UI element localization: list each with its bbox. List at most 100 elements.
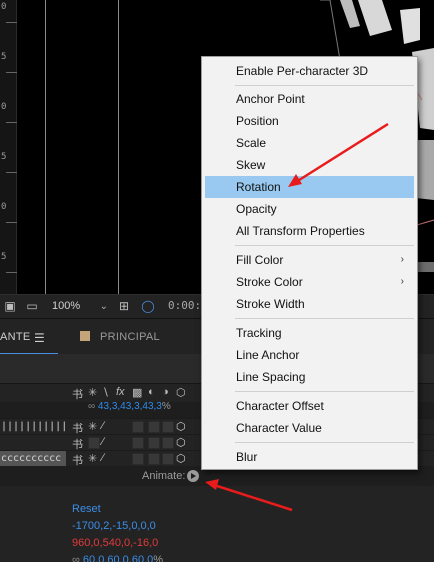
menu-item-label: Stroke Color [236,275,303,289]
menu-item-label: Rotation [236,180,281,194]
menu-item-label: Line Spacing [236,370,306,384]
adjustment-layer-icon: ◑ [162,386,169,398]
animate-play-icon[interactable] [187,470,199,482]
3d-layer-icon[interactable]: ⬡ [176,452,186,465]
menu-item-fill-color[interactable]: Fill Color › [205,249,414,271]
switch-box[interactable] [132,421,144,433]
switch-box[interactable] [132,437,144,449]
animate-context-menu: Enable Per-character 3D Anchor Point Pos… [201,56,418,470]
menu-item-label: Anchor Point [236,92,305,106]
submenu-arrow-icon: › [400,276,404,287]
menu-item-skew[interactable]: Skew [205,154,414,176]
menu-item-anchor-point[interactable]: Anchor Point [205,88,414,110]
link-icon: ∞ [88,401,98,412]
quality-switch-icon[interactable]: ∕ [102,420,104,432]
menu-item-rotation[interactable]: Rotation [205,176,414,198]
menu-item-character-value[interactable]: Character Value [205,417,414,439]
switch-box[interactable] [162,421,174,433]
toggle-mask-icon[interactable]: ◯ [140,299,156,313]
menu-item-line-spacing[interactable]: Line Spacing [205,366,414,388]
vertical-ruler: 0 5 0 5 0 5 [0,0,17,294]
ruler-label: 0 [1,102,7,112]
ruler-tick [6,22,17,23]
menu-item-blur[interactable]: Blur [205,446,414,468]
switch-box[interactable] [132,453,144,465]
menu-item-enable-per-character-3d[interactable]: Enable Per-character 3D [205,60,414,82]
tab-label: ANTE [0,331,31,343]
text-properties: Reset -1700,2,-15,0,0,0 960,0,540,0,-16,… [0,486,434,562]
grid-options-icon[interactable]: ⊞ [116,299,132,313]
zoom-value: 100% [52,300,81,312]
menu-item-label: Blur [236,450,258,464]
switch-box[interactable] [162,437,174,449]
switch-box[interactable] [148,453,160,465]
menu-item-label: Fill Color [236,253,284,267]
menu-item-line-anchor[interactable]: Line Anchor [205,344,414,366]
monitor-icon[interactable]: ▭ [24,299,40,313]
shy-icon: 书 [72,389,83,401]
menu-item-position[interactable]: Position [205,110,414,132]
switch-box[interactable] [162,453,174,465]
menu-item-all-transform-properties[interactable]: All Transform Properties [205,220,414,242]
quality-icon: ∖ [102,387,110,399]
menu-item-label: Opacity [236,202,277,216]
ruler-tick [6,172,17,173]
menu-item-tracking[interactable]: Tracking [205,322,414,344]
fx-icon: fx [116,386,125,398]
hamburger-menu-icon[interactable]: ☰ [34,331,45,345]
menu-item-character-offset[interactable]: Character Offset [205,395,414,417]
ruler-label: 5 [1,152,7,162]
animate-label: Animate: [142,470,186,482]
position-value[interactable]: 960,0,540,0,-16,0 [72,537,158,549]
scale-values: 60,0,60,0,60,0 [82,554,154,562]
scale-unit: % [153,554,164,562]
link-icon: ∞ [72,554,83,562]
tab-label: PRINCIPAL [100,331,160,343]
menu-separator [235,391,414,392]
frame-blend-icon: ▩ [132,387,143,399]
collapse-icon: ✳ [88,387,98,399]
menu-item-label: Character Value [236,421,322,435]
menu-item-label: Tracking [236,326,282,340]
menu-item-label: Position [236,114,279,128]
3d-layer-icon[interactable]: ⬡ [176,420,186,433]
region-of-interest-icon[interactable]: ▣ [2,299,18,313]
layer-name: cccccccccc [0,451,66,466]
switch-box[interactable] [148,421,160,433]
switch-box[interactable] [148,437,160,449]
quality-switch-icon[interactable]: ∕ [102,436,104,448]
scale-value-top[interactable]: ∞ 43,3,43,3,43,3% [88,401,171,412]
menu-item-label: Line Anchor [236,348,300,362]
3d-layer-icon[interactable]: ⬡ [176,436,186,449]
3d-layer-icon: ⬡ [176,387,186,399]
ruler-tick [6,272,17,273]
zoom-dropdown[interactable]: 100% ⌄ [46,298,112,315]
menu-item-label: Skew [236,158,266,172]
tab-principal[interactable]: PRINCIPAL [76,319,166,355]
collapse-switch-icon[interactable]: ✳ [88,420,97,433]
menu-item-stroke-width[interactable]: Stroke Width [205,293,414,315]
layer-name: |||||||||||| [1,421,66,432]
menu-item-label: All Transform Properties [236,224,365,238]
anchor-point-value[interactable]: -1700,2,-15,0,0,0 [72,520,156,532]
chevron-down-icon: ⌄ [99,301,108,312]
ruler-label: 0 [1,202,7,212]
switch-box[interactable] [88,437,100,449]
scale-value-bottom[interactable]: ∞ 60,0,60,0,60,0% [72,554,163,562]
guide-line [45,0,46,294]
reset-link[interactable]: Reset [72,503,101,515]
menu-item-opacity[interactable]: Opacity [205,198,414,220]
menu-item-label: Stroke Width [236,297,305,311]
tab-ante[interactable]: ANTE ☰ [0,319,58,355]
scale-values: 43,3,43,3,43,3 [97,401,162,412]
submenu-arrow-icon: › [400,254,404,265]
quality-switch-icon[interactable]: ∕ [102,452,104,464]
ruler-tick [6,222,17,223]
menu-item-scale[interactable]: Scale [205,132,414,154]
menu-separator [235,442,414,443]
menu-item-stroke-color[interactable]: Stroke Color › [205,271,414,293]
ruler-label: 5 [1,52,7,62]
menu-separator [235,318,414,319]
ruler-label: 5 [1,252,7,262]
collapse-switch-icon[interactable]: ✳ [88,452,97,465]
